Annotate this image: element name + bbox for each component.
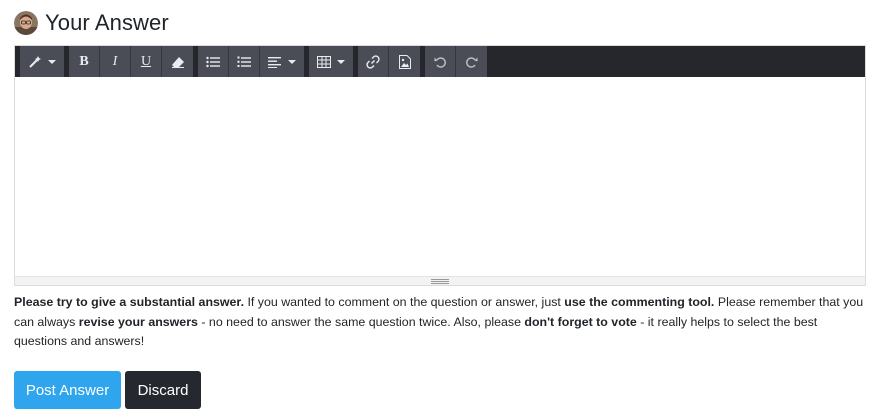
answer-header: Your Answer [14, 10, 169, 36]
unordered-list-button[interactable] [198, 46, 229, 77]
table-group [309, 46, 353, 77]
font-group: B I U [69, 46, 193, 77]
undo-icon [433, 55, 447, 69]
image-button[interactable] [389, 46, 420, 77]
align-dropdown-button[interactable] [260, 46, 304, 77]
editor-toolbar: B I U [15, 46, 865, 77]
answer-text-area[interactable] [15, 77, 865, 278]
table-icon [317, 55, 331, 68]
unordered-list-icon [206, 56, 220, 68]
picture-icon [398, 54, 411, 69]
chevron-down-icon [288, 59, 296, 64]
table-dropdown-button[interactable] [309, 46, 353, 77]
undo-button[interactable] [425, 46, 456, 77]
grip-icon [431, 278, 449, 284]
answer-guidelines: Please try to give a substantial answer.… [14, 293, 864, 352]
history-group [425, 46, 487, 77]
post-answer-button[interactable]: Post Answer [14, 371, 121, 409]
editor-resize-handle[interactable] [15, 276, 865, 285]
bold-button[interactable]: B [69, 46, 100, 77]
clear-format-button[interactable] [162, 46, 193, 77]
guideline-bold-3: revise your answers [78, 314, 198, 329]
bold-icon: B [79, 53, 89, 69]
insert-group [358, 46, 420, 77]
guideline-text-3: - no need to answer the same question tw… [197, 314, 525, 329]
magic-wand-icon [28, 55, 42, 69]
align-left-icon [268, 56, 282, 68]
underline-button[interactable]: U [131, 46, 162, 77]
guideline-bold-4: don't forget to vote [524, 314, 637, 329]
page-title: Your Answer [45, 10, 169, 35]
chevron-down-icon [337, 59, 345, 64]
chevron-down-icon [48, 59, 56, 64]
rich-text-editor: B I U [14, 45, 866, 286]
ordered-list-button[interactable] [229, 46, 260, 77]
guideline-bold-1: Please try to give a substantial answer. [14, 295, 245, 309]
discard-button[interactable]: Discard [125, 371, 201, 409]
user-avatar [14, 11, 38, 35]
underline-icon: U [140, 53, 152, 69]
italic-icon: I [112, 53, 118, 69]
paragraph-group [198, 46, 304, 77]
guideline-bold-2: use the commenting tool. [564, 295, 715, 309]
ordered-list-icon [237, 56, 251, 68]
link-button[interactable] [358, 46, 389, 77]
style-group [20, 46, 64, 77]
redo-icon [465, 55, 479, 69]
guideline-text-1: If you wanted to comment on the question… [244, 295, 565, 309]
redo-button[interactable] [456, 46, 487, 77]
link-icon [366, 54, 380, 69]
eraser-icon [171, 56, 185, 68]
italic-button[interactable]: I [100, 46, 131, 77]
style-dropdown-button[interactable] [20, 46, 64, 77]
